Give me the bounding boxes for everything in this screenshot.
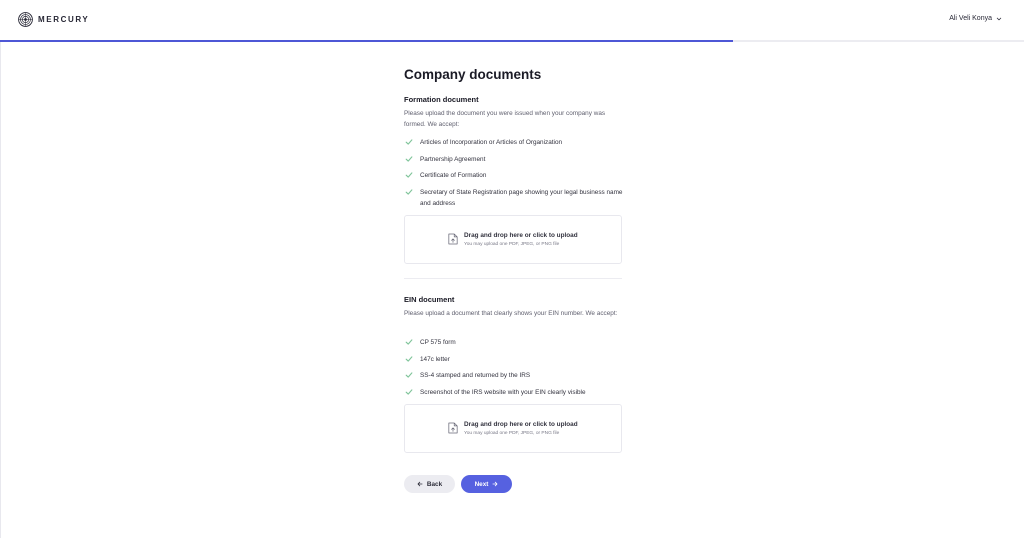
check-icon: [405, 188, 413, 195]
next-button-label: Next: [474, 480, 489, 488]
list-item: Certificate of Formation: [404, 170, 624, 181]
page-title: Company documents: [404, 67, 542, 82]
file-upload-icon: [448, 422, 458, 434]
formation-upload-dropzone[interactable]: Drag and drop here or click to upload Yo…: [404, 215, 622, 264]
list-item: SS-4 stamped and returned by the IRS: [404, 370, 624, 381]
dropzone-subtitle: You may upload one PDF, JPEG, or PNG fil…: [464, 431, 560, 436]
list-item: Secretary of State Registration page sho…: [404, 187, 624, 209]
check-icon: [405, 372, 413, 378]
check-icon: [405, 139, 413, 145]
check-icon: [405, 388, 413, 395]
file-upload-icon: [448, 233, 458, 245]
mercury-logo-icon: [18, 12, 33, 27]
user-menu[interactable]: Ali Veli Konya: [949, 15, 1002, 22]
dropzone-title: Drag and drop here or click to upload: [464, 421, 578, 428]
formation-item-text: Partnership Agreement: [420, 155, 486, 163]
list-item: Screenshot of the IRS website with your …: [404, 387, 624, 398]
ein-item-text: Screenshot of the IRS website with your …: [420, 388, 586, 396]
next-button[interactable]: Next: [461, 475, 512, 493]
formation-title: Formation document: [404, 95, 479, 104]
check-icon: [405, 355, 413, 362]
formation-description: Please upload the document you were issu…: [404, 110, 606, 128]
ein-item-text: SS-4 stamped and returned by the IRS: [420, 372, 531, 379]
back-button-label: Back: [426, 480, 443, 488]
page-edge: [0, 42, 1, 538]
check-icon: [405, 155, 413, 162]
user-name: Ali Veli Konya: [949, 15, 992, 22]
top-bar: MERCURY Ali Veli Konya: [0, 0, 1024, 40]
formation-item-text: Articles of Incorporation or Articles of…: [420, 139, 563, 146]
check-icon: [405, 172, 413, 178]
ein-accept-list: CP 575 form 147c letter SS-4 stamped and…: [404, 337, 624, 398]
dropzone-title: Drag and drop here or click to upload: [464, 232, 578, 239]
list-item: Partnership Agreement: [404, 154, 624, 165]
ein-title: EIN document: [404, 295, 455, 304]
arrow-right-icon: [492, 481, 498, 487]
ein-item-text: CP 575 form: [420, 339, 456, 346]
list-item: 147c letter: [404, 354, 624, 365]
dropzone-content: Drag and drop here or click to upload Yo…: [448, 232, 578, 247]
ein-description: Please upload a document that clearly sh…: [404, 310, 618, 317]
ein-item-text: 147c letter: [420, 355, 450, 363]
back-button[interactable]: Back: [404, 475, 455, 493]
progress-bar: [0, 40, 734, 42]
dropzone-subtitle: You may upload one PDF, JPEG, or PNG fil…: [464, 242, 560, 247]
dropzone-content: Drag and drop here or click to upload Yo…: [448, 421, 578, 436]
formation-item-text: Secretary of State Registration page sho…: [420, 188, 623, 207]
formation-item-text: Certificate of Formation: [420, 172, 487, 179]
check-icon: [405, 339, 413, 345]
brand-logo[interactable]: MERCURY: [18, 12, 89, 27]
list-item: Articles of Incorporation or Articles of…: [404, 137, 624, 148]
progress-track: [0, 40, 1024, 42]
list-item: CP 575 form: [404, 337, 624, 348]
formation-accept-list: Articles of Incorporation or Articles of…: [404, 137, 624, 209]
arrow-left-icon: [417, 481, 423, 487]
section-divider: [404, 278, 622, 279]
brand-name: MERCURY: [38, 15, 90, 24]
chevron-down-icon: [996, 17, 1002, 20]
ein-upload-dropzone[interactable]: Drag and drop here or click to upload Yo…: [404, 404, 622, 453]
